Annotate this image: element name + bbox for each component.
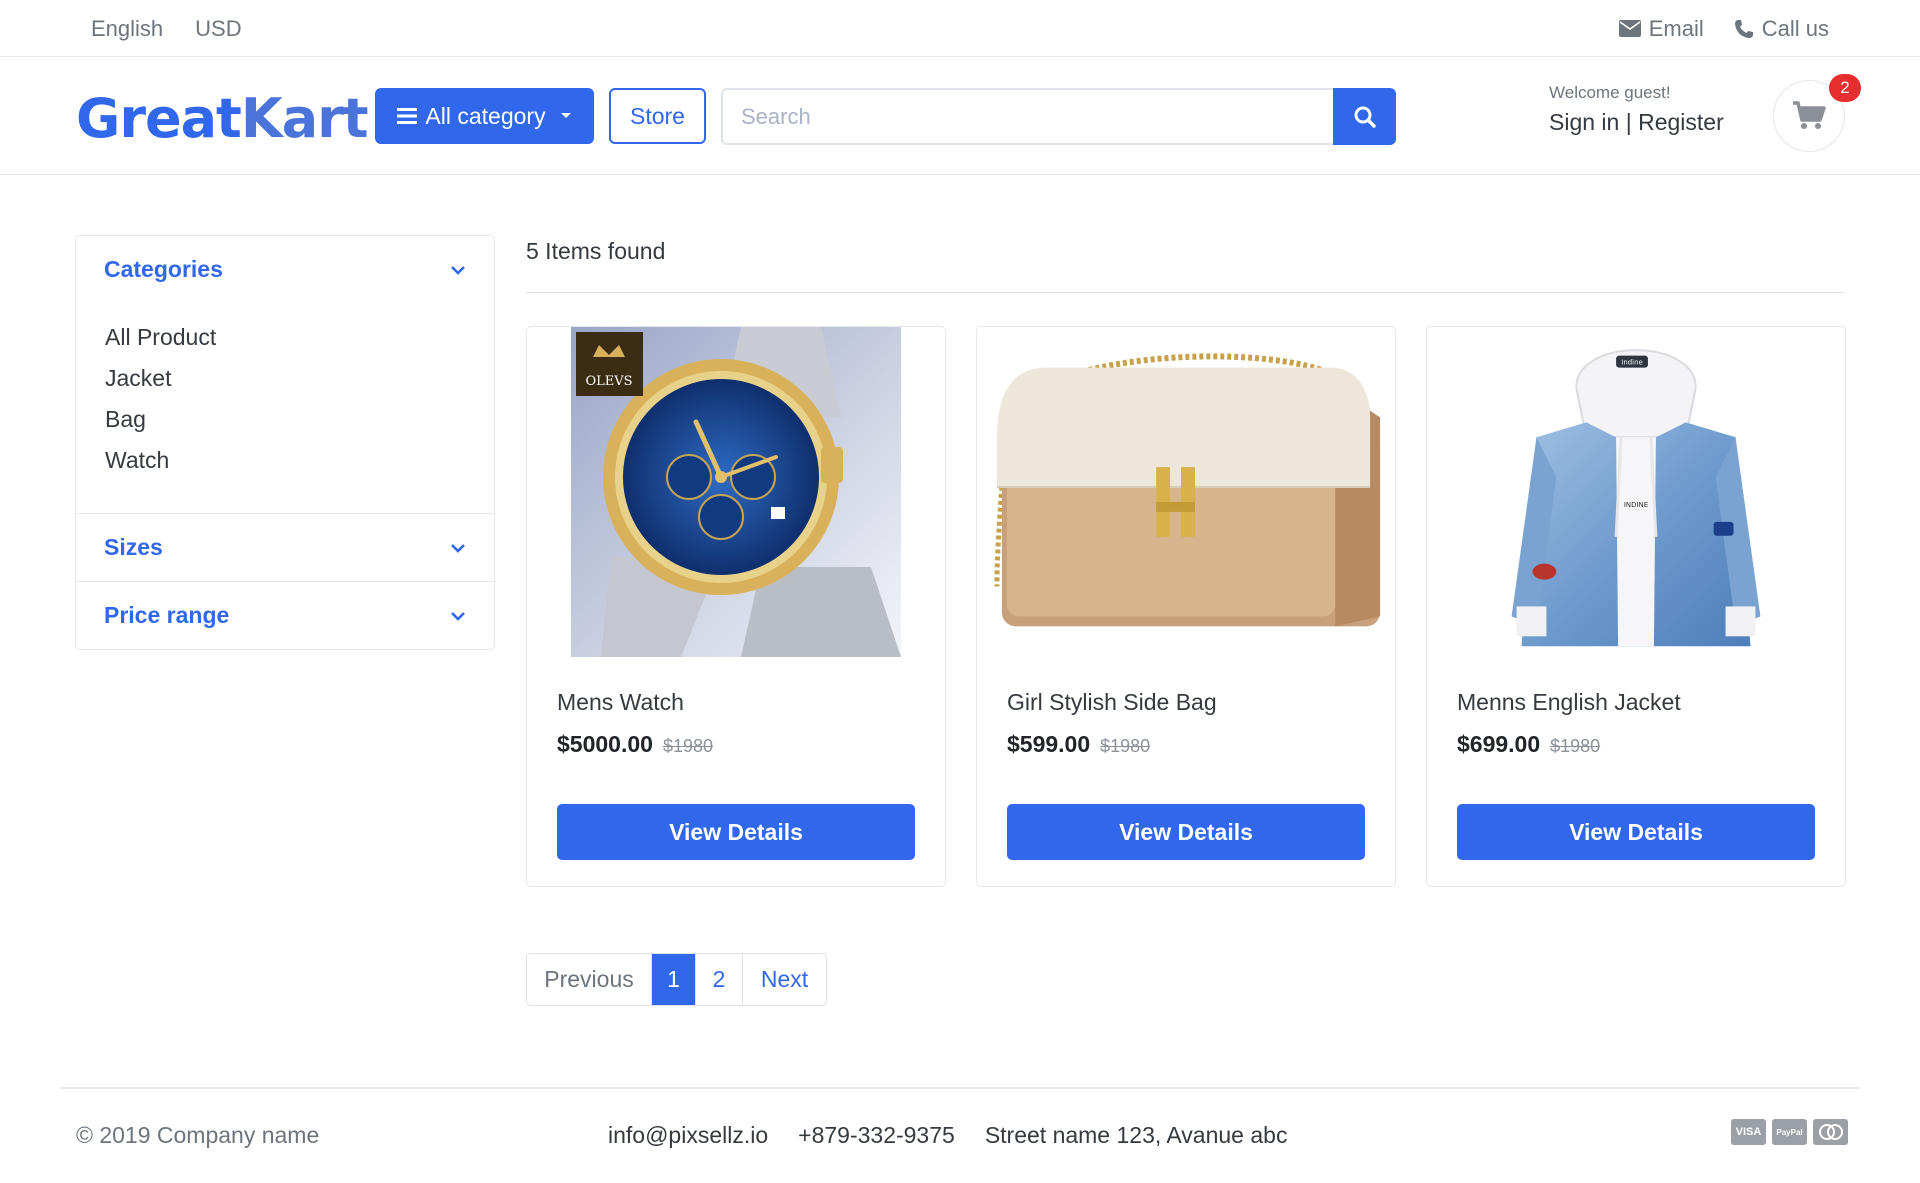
footer-contact: info@pixsellz.io +879-332-9375 Street na… (608, 1122, 1287, 1149)
product-prices: $5000.00 $1980 (557, 731, 713, 758)
caret-down-icon (560, 113, 571, 118)
copyright-text: © 2019 Company name (76, 1122, 320, 1148)
footer: © 2019 Company name info@pixsellz.io +87… (0, 1089, 1920, 1183)
envelope-icon (1618, 20, 1641, 37)
email-label: Email (1648, 15, 1704, 41)
product-title[interactable]: Girl Stylish Side Bag (1007, 689, 1217, 716)
register-link[interactable]: Register (1638, 109, 1724, 135)
price-range-section: Price range (76, 582, 494, 649)
payment-methods: VISA PayPal (1731, 1119, 1848, 1145)
menu-icon (397, 108, 418, 124)
pagination-previous[interactable]: Previous (527, 954, 652, 1005)
search-bar (721, 88, 1396, 145)
email-link[interactable]: Email (1618, 15, 1704, 42)
sizes-toggle[interactable]: Sizes (76, 514, 494, 581)
visa-icon: VISA (1731, 1119, 1766, 1145)
mastercard-icon (1813, 1119, 1848, 1145)
category-item-jacket[interactable]: Jacket (105, 358, 465, 399)
product-old-price: $1980 (1100, 736, 1151, 756)
sizes-title: Sizes (104, 534, 163, 560)
category-list: All Product Jacket Bag Watch (76, 303, 494, 513)
auth-divider: | (1625, 109, 1632, 135)
store-button[interactable]: Store (609, 88, 706, 144)
product-prices: $699.00 $1980 (1457, 731, 1600, 758)
welcome-text: Welcome guest! (1549, 83, 1671, 102)
product-title[interactable]: Menns English Jacket (1457, 689, 1681, 716)
product-old-price: $1980 (662, 736, 713, 756)
shopping-cart-icon (1793, 101, 1826, 129)
price-range-toggle[interactable]: Price range (76, 582, 494, 649)
view-details-button[interactable]: View Details (1457, 804, 1815, 860)
logo-text-great: Great (76, 87, 242, 150)
main-header: GreatKart All category Store Welcome gue… (0, 57, 1920, 175)
categories-toggle[interactable]: Categories (76, 236, 494, 303)
search-button[interactable] (1333, 88, 1396, 145)
topbar-left: English USD (91, 0, 242, 57)
topbar: English USD Email Call us (0, 0, 1920, 57)
search-icon (1354, 106, 1376, 128)
welcome-block: Welcome guest! Sign in | Register (1549, 83, 1724, 136)
auth-links: Sign in | Register (1549, 109, 1724, 136)
category-item-bag[interactable]: Bag (105, 399, 465, 440)
product-card: OLEVS Mens Watch $5000.00 $1980 View Det… (526, 326, 946, 887)
pagination-page-1[interactable]: 1 (652, 954, 696, 1005)
all-category-button[interactable]: All category (375, 88, 594, 144)
product-title[interactable]: Mens Watch (557, 689, 684, 716)
paypal-icon: PayPal (1772, 1119, 1807, 1145)
footer-address: Street name 123, Avanue abc (984, 1122, 1288, 1148)
product-price: $599.00 (1007, 731, 1091, 757)
product-old-price: $1980 (1550, 736, 1601, 756)
divider (526, 292, 1845, 293)
chevron-down-icon (451, 543, 465, 553)
chevron-down-icon (451, 611, 465, 621)
all-category-label: All category (425, 102, 546, 129)
category-item-all-product[interactable]: All Product (105, 317, 465, 358)
footer-email[interactable]: info@pixsellz.io (608, 1122, 768, 1149)
categories-title: Categories (104, 256, 223, 282)
search-input[interactable] (721, 88, 1333, 145)
sizes-section: Sizes (76, 514, 494, 582)
call-label: Call us (1761, 15, 1829, 41)
jacket-label: Indine (1621, 359, 1643, 367)
product-price: $5000.00 (557, 731, 653, 757)
price-range-title: Price range (104, 602, 230, 628)
chevron-down-icon (451, 265, 465, 275)
product-image-watch[interactable]: OLEVS (527, 327, 945, 657)
pagination-next[interactable]: Next (743, 954, 826, 1005)
olevs-logo: OLEVS (585, 374, 632, 389)
product-card: Indine INDINE Menns English Jacket $699.… (1426, 326, 1846, 887)
phone-icon (1734, 19, 1753, 38)
logo-text-kart: Kart (240, 87, 369, 150)
view-details-button[interactable]: View Details (557, 804, 915, 860)
cart-count-badge: 2 (1829, 74, 1861, 102)
jacket-tag: INDINE (1624, 501, 1648, 509)
topbar-right: Email Call us (1618, 0, 1829, 57)
product-grid: OLEVS Mens Watch $5000.00 $1980 View Det… (526, 326, 1846, 887)
filter-sidebar: Categories All Product Jacket Bag Watch … (75, 235, 495, 650)
view-details-button[interactable]: View Details (1007, 804, 1365, 860)
categories-section: Categories All Product Jacket Bag Watch (76, 236, 494, 514)
product-image-bag[interactable] (977, 327, 1395, 657)
footer-phone[interactable]: +879-332-9375 (798, 1122, 955, 1149)
logo[interactable]: GreatKart (76, 87, 369, 150)
call-link[interactable]: Call us (1734, 16, 1829, 42)
product-price: $699.00 (1457, 731, 1541, 757)
pagination: Previous 1 2 Next (526, 953, 827, 1006)
product-prices: $599.00 $1980 (1007, 731, 1150, 758)
category-item-watch[interactable]: Watch (105, 440, 465, 481)
language-selector[interactable]: English (91, 16, 163, 42)
product-card: Girl Stylish Side Bag $599.00 $1980 View… (976, 326, 1396, 887)
sign-in-link[interactable]: Sign in (1549, 109, 1619, 135)
currency-selector[interactable]: USD (195, 16, 241, 42)
items-found-count: 5 Items found (526, 238, 666, 264)
pagination-page-2[interactable]: 2 (696, 954, 743, 1005)
product-image-jacket[interactable]: Indine INDINE (1427, 327, 1845, 657)
